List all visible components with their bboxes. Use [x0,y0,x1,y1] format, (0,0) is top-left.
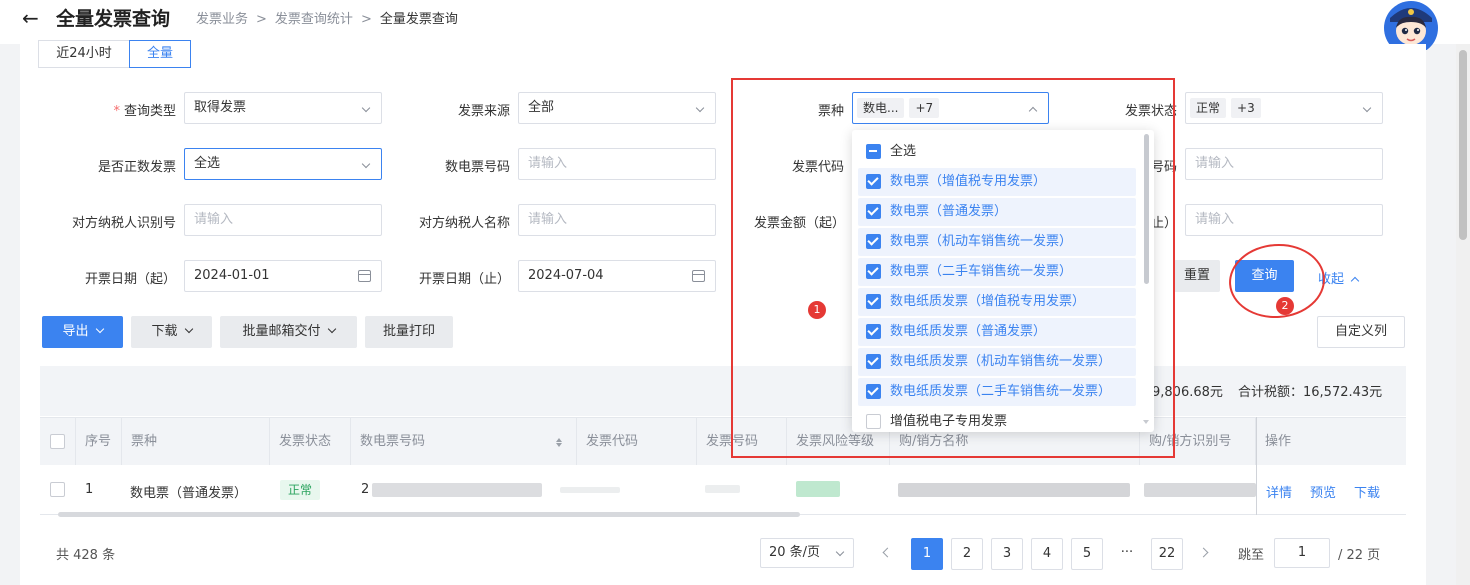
detail-link[interactable]: 详情 [1266,482,1292,501]
col-status: 发票状态 [270,418,351,465]
page-size-select[interactable]: 20 条/页 [760,538,854,568]
chevron-down-icon [835,547,845,557]
counter-name-label: 对方纳税人名称 [418,216,510,231]
col-type: 票种 [122,418,270,465]
invoice-status-tag: 正常 [1190,98,1227,118]
page-4[interactable]: 4 [1031,538,1063,570]
redacted-invoice-code [560,487,620,493]
total-count: 共 428 条 [56,548,116,563]
breadcrumb-item-current: 全量发票查询 [379,12,458,27]
invoice-status-more-tag: +3 [1231,98,1261,118]
batch-print-button[interactable]: 批量打印 [365,316,453,348]
row-index: 1 [85,482,94,497]
chevron-up-icon [1350,276,1360,286]
back-arrow-icon[interactable]: ← [22,6,39,30]
counter-tax-id-input[interactable]: 请输入 [184,204,382,236]
redacted-counter-name [898,483,1130,497]
annotation-highlight-box [731,78,1175,458]
chevron-down-icon [695,103,705,113]
digital-no-label: 数电票号码 [444,160,510,175]
invoice-no-input[interactable]: 请输入 [1185,148,1383,180]
jump-page-input[interactable]: 1 [1274,538,1330,568]
breadcrumb: 发票业务 > 发票查询统计 > 全量发票查询 [196,8,458,27]
col-invoice-code: 发票代码 [577,418,697,465]
date-end-picker[interactable]: 2024-07-04 [518,260,716,292]
redacted-digital-no [372,483,542,497]
col-actions: 操作 [1265,434,1292,449]
table-horizontal-scrollbar[interactable] [58,512,800,517]
page-5[interactable]: 5 [1071,538,1103,570]
redacted-risk-level [796,481,840,497]
counter-name-input[interactable]: 请输入 [518,204,716,236]
col-digital-no[interactable]: 数电票号码 [351,418,577,465]
table-row: 1 数电票（普通发票） 正常 2 详情 预览 下载 [40,465,1406,515]
chevron-down-icon [1362,103,1372,113]
row-digital-no-prefix: 2 [361,482,370,497]
jump-label: 跳至 [1238,548,1265,563]
custom-columns-button[interactable]: 自定义列 [1317,316,1405,348]
query-type-select[interactable]: 取得发票 [184,92,382,124]
digital-no-input[interactable]: 请输入 [518,148,716,180]
summary-tax-total: 合计税额：16,572.43元 [1238,385,1383,400]
page-ellipsis[interactable]: ··· [1111,538,1143,570]
date-start-picker[interactable]: 2024-01-01 [184,260,382,292]
chevron-down-icon [184,324,193,334]
is-positive-label: 是否正数发票 [97,160,176,175]
breadcrumb-separator: > [256,12,267,27]
prev-page-icon[interactable] [882,547,893,558]
calendar-icon [358,270,371,282]
batch-email-button[interactable]: 批量邮箱交付 [220,316,357,348]
tab-last-24h[interactable]: 近24小时 [38,40,130,68]
breadcrumb-separator: > [360,12,372,27]
page-22[interactable]: 22 [1151,538,1183,570]
query-type-label: * 查询类型 [113,104,176,119]
invoice-status-select[interactable]: 正常 +3 [1185,92,1383,124]
calendar-icon [692,270,705,282]
export-button[interactable]: 导出 [42,316,123,348]
page-2[interactable]: 2 [951,538,983,570]
is-positive-select[interactable]: 全选 [184,148,382,180]
download-link[interactable]: 下载 [1354,482,1380,501]
chevron-down-icon [327,324,336,334]
preview-link[interactable]: 预览 [1310,482,1336,501]
invoice-source-select[interactable]: 全部 [518,92,716,124]
breadcrumb-item-business[interactable]: 发票业务 [196,12,248,27]
assistant-avatar-icon[interactable] [1382,0,1440,50]
date-start-label: 开票日期（起） [84,272,176,287]
invoice-source-label: 发票来源 [457,104,510,119]
next-page-icon[interactable] [1198,547,1209,558]
annotation-marker-2: 2 [1276,297,1294,315]
jump-suffix: / 22 页 [1338,548,1381,563]
page-title: 全量发票查询 [56,8,171,30]
row-checkbox[interactable] [50,482,65,497]
fixed-column-divider [1256,417,1257,515]
amount-end-input[interactable]: 请输入 [1185,204,1383,236]
col-index: 序号 [76,418,122,465]
main-panel: 近24小时 全量 * 查询类型 取得发票 发票来源 全部 票种 数电... +7 发… [20,40,1426,585]
chevron-down-icon [95,324,104,334]
date-end-label: 开票日期（止） [418,272,510,287]
redacted-counter-id [1144,483,1256,497]
select-all-checkbox[interactable] [50,434,65,449]
top-bar: ← 全量发票查询 发票业务 > 发票查询统计 > 全量发票查询 [0,0,1470,50]
tab-all[interactable]: 全量 [129,40,191,68]
status-badge: 正常 [280,480,321,500]
reset-button[interactable]: 重置 [1174,260,1220,292]
row-type: 数电票（普通发票） [130,486,248,501]
redacted-invoice-no [705,485,740,493]
download-button[interactable]: 下载 [131,316,212,348]
page-1[interactable]: 1 [911,538,943,570]
chevron-down-icon [361,159,371,169]
table-header: 序号 票种 发票状态 数电票号码 发票代码 发票号码 发票风险等级 购/销方名称… [40,417,1406,465]
chevron-down-icon [361,103,371,113]
sort-icon[interactable] [555,435,563,449]
breadcrumb-item-stats[interactable]: 发票查询统计 [275,12,353,27]
counter-tax-id-label: 对方纳税人识别号 [71,216,176,231]
summary-bar: 9,806.68元 合计税额：16,572.43元 [40,366,1406,416]
page-3[interactable]: 3 [991,538,1023,570]
select-all-header [40,418,76,465]
page-scrollbar-thumb[interactable] [1459,50,1467,240]
annotation-marker-1: 1 [808,301,826,319]
